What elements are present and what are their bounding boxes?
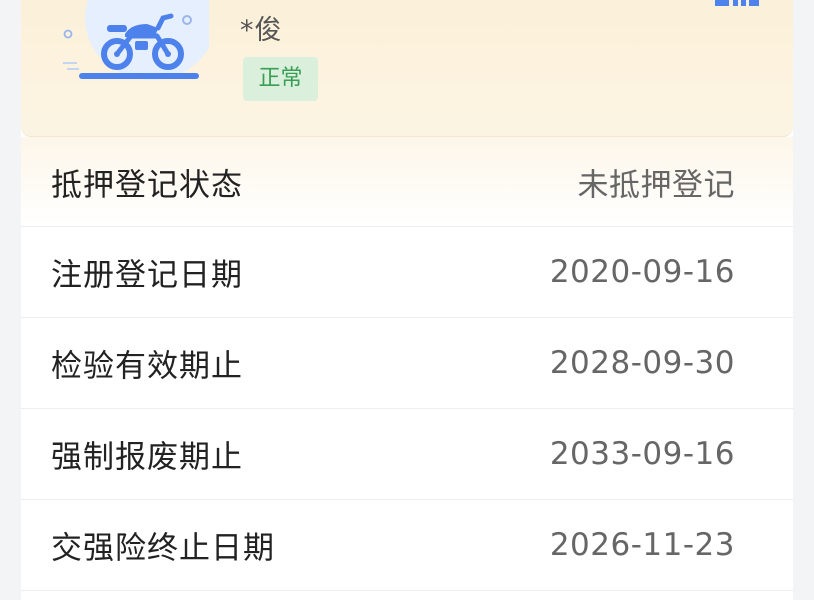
info-label: 注册登记日期 [51,257,243,294]
info-value: 2020-09-16 [549,254,735,290]
vehicle-card: *俊 正常 抵押登记状态 未抵押登记 注册登记日期 2020-09-16 检验有… [21,0,793,600]
motorcycle-icon [63,0,209,80]
info-label: 交强险终止日期 [51,530,275,567]
vehicle-info-page: *俊 正常 抵押登记状态 未抵押登记 注册登记日期 2020-09-16 检验有… [0,0,814,600]
info-row-inspection-valid-until: 检验有效期止 2028-09-30 [21,318,793,409]
owner-name: *俊 [240,15,283,46]
info-value: 2033-09-16 [549,436,735,472]
info-value: 未抵押登记 [577,167,735,203]
info-row-scrap-deadline: 强制报废期止 2033-09-16 [21,409,793,500]
vehicle-info-list: 抵押登记状态 未抵押登记 注册登记日期 2020-09-16 检验有效期止 20… [21,137,793,591]
info-row-registration-date: 注册登记日期 2020-09-16 [21,227,793,318]
info-label: 抵押登记状态 [51,167,243,203]
info-row-insurance-end-date: 交强险终止日期 2026-11-23 [21,500,793,591]
info-value: 2028-09-30 [549,345,735,381]
qr-code-icon[interactable] [715,0,759,6]
info-label: 检验有效期止 [51,348,243,385]
info-row-mortgage-status: 抵押登记状态 未抵押登记 [21,137,793,227]
info-label: 强制报废期止 [51,439,243,476]
vehicle-header: *俊 正常 [21,0,793,137]
status-badge: 正常 [243,57,318,101]
info-value: 2026-11-23 [549,527,735,563]
